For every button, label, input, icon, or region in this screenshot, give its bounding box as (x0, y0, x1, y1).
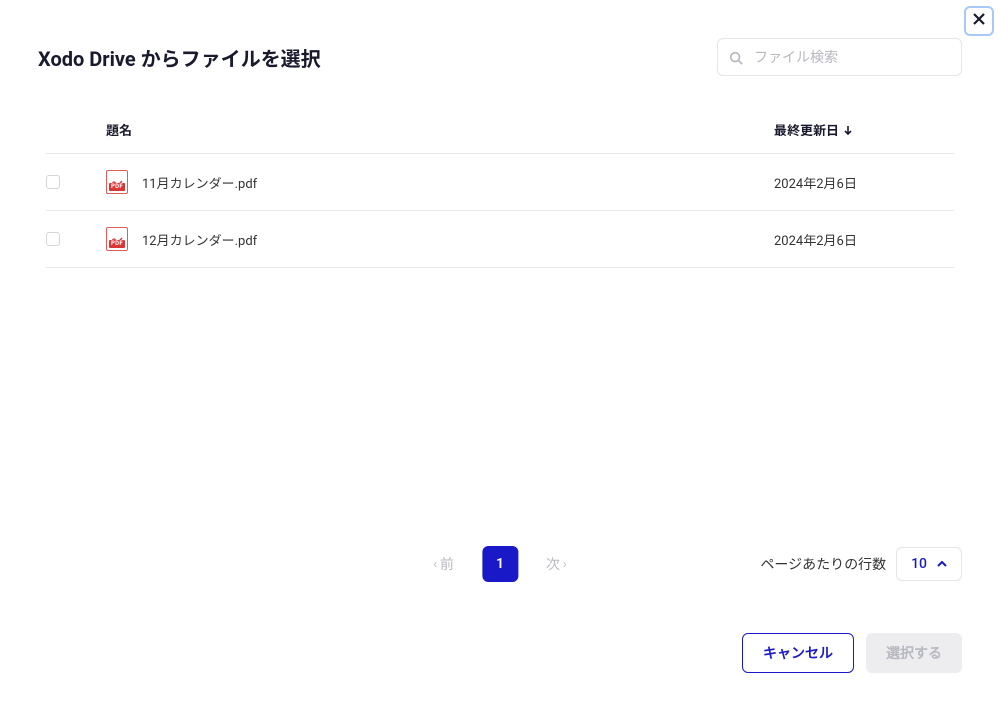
column-last-modified-label: 最終更新日 (774, 120, 839, 139)
file-name: 12月カレンダー.pdf (142, 230, 257, 249)
rows-per-page-label: ページあたりの行数 (760, 554, 886, 574)
search-icon (729, 50, 743, 64)
table-header-row: 題名 最終更新日 (46, 106, 954, 154)
close-icon (971, 11, 987, 31)
prev-page-button[interactable]: ‹ 前 (433, 554, 454, 574)
sort-descending-icon (843, 125, 853, 135)
file-date: 2024年2月6日 (774, 173, 954, 192)
chevron-up-icon (937, 559, 947, 569)
chevron-left-icon: ‹ (433, 557, 437, 571)
pdf-file-icon: PDF (106, 227, 128, 251)
file-name: 11月カレンダー.pdf (142, 173, 257, 192)
column-title[interactable]: 題名 (106, 120, 774, 139)
next-page-button[interactable]: 次 › (546, 554, 567, 574)
rows-per-page-value: 10 (911, 556, 927, 572)
next-label: 次 (546, 554, 560, 574)
close-button[interactable] (964, 6, 994, 36)
file-date: 2024年2月6日 (774, 230, 954, 249)
table-row[interactable]: PDF 11月カレンダー.pdf 2024年2月6日 (46, 154, 954, 211)
row-checkbox[interactable] (46, 175, 60, 189)
current-page[interactable]: 1 (482, 546, 518, 582)
search-input[interactable] (717, 38, 962, 76)
column-last-modified[interactable]: 最終更新日 (774, 120, 954, 139)
cancel-button[interactable]: キャンセル (742, 633, 854, 673)
pdf-file-icon: PDF (106, 170, 128, 194)
action-buttons: キャンセル 選択する (38, 633, 962, 673)
dialog-header: Xodo Drive からファイルを選択 (0, 0, 1000, 76)
dialog-title: Xodo Drive からファイルを選択 (38, 43, 321, 72)
prev-label: 前 (440, 554, 454, 574)
pagination-controls: ‹ 前 1 次 › (433, 546, 566, 582)
dialog-footer: ‹ 前 1 次 › ページあたりの行数 10 キャンセル 選択する (0, 547, 1000, 709)
rows-per-page: ページあたりの行数 10 (760, 547, 962, 581)
table-row[interactable]: PDF 12月カレンダー.pdf 2024年2月6日 (46, 211, 954, 268)
row-checkbox[interactable] (46, 232, 60, 246)
chevron-right-icon: › (563, 557, 567, 571)
file-table: 題名 最終更新日 PDF 11月カレンダー.pdf 2024年2月6日 (0, 76, 1000, 268)
rows-per-page-select[interactable]: 10 (896, 547, 962, 581)
pagination-row: ‹ 前 1 次 › ページあたりの行数 10 (38, 547, 962, 581)
select-button[interactable]: 選択する (866, 633, 962, 673)
search-box (717, 38, 962, 76)
